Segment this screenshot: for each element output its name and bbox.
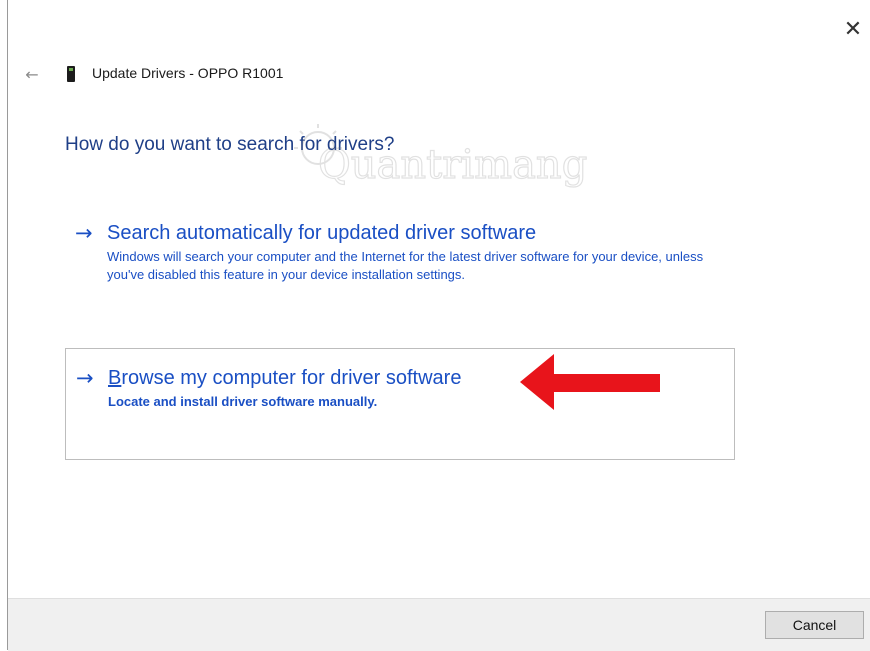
- arrow-left-icon[interactable]: ←: [20, 62, 44, 86]
- arrow-right-icon: →: [76, 366, 94, 390]
- arrow-right-icon: →: [75, 221, 93, 245]
- access-key-letter: B: [108, 367, 122, 389]
- window-left-border: [7, 0, 8, 650]
- window-title: Update Drivers - OPPO R1001: [92, 65, 284, 81]
- page-question-heading: How do you want to search for drivers?: [65, 134, 395, 155]
- red-annotation-arrow-icon: [520, 354, 660, 410]
- phone-device-icon: [67, 66, 75, 82]
- cancel-button[interactable]: Cancel: [765, 611, 864, 639]
- search-automatically-option[interactable]: → Search automatically for updated drive…: [65, 220, 735, 320]
- quantrimang-watermark: Quantrimang: [294, 124, 588, 189]
- search-automatically-title[interactable]: Search automatically for updated driver …: [107, 220, 735, 246]
- dialog-footer: [8, 598, 870, 651]
- search-automatically-description: Windows will search your computer and th…: [107, 249, 704, 282]
- browse-title-rest: rowse my computer for driver software: [121, 367, 462, 389]
- close-icon[interactable]: ✕: [838, 14, 868, 44]
- update-drivers-window: ✕ ← Update Drivers - OPPO R1001 How do y…: [0, 0, 870, 651]
